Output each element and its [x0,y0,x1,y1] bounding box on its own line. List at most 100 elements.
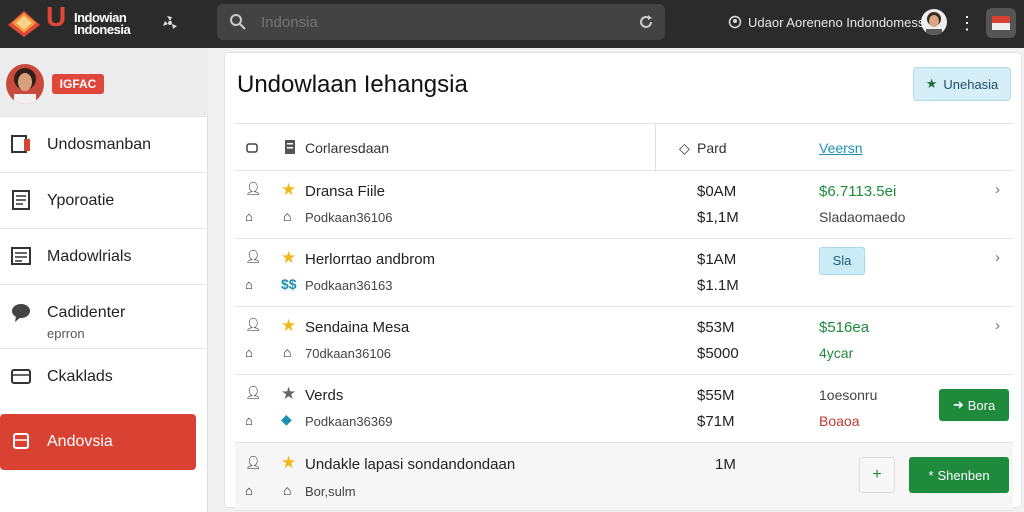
user-info[interactable]: Udaor Aoreneno Indondomess [728,12,924,32]
user-circle-icon [728,15,742,29]
table-row[interactable]: 👤︎ ★ Dransa Fiile ⌂ ⌂ Podkaan36106 $0AM … [235,171,1013,239]
search-icon[interactable] [229,13,247,31]
sidebar-item-label: Undosmanban [47,136,152,153]
tag-icon: ◇ [679,140,690,156]
tag-icon: ◆ [281,411,292,427]
stack-icon [13,433,29,449]
sidebar-item-madowlrials[interactable]: Madowlrials [0,228,208,284]
flag-icon[interactable] [986,8,1016,38]
column-header-version[interactable]: Veersn [819,140,863,156]
sidebar-item-yporoatie[interactable]: Yporoatie [0,172,208,228]
link-icon: $$ [281,276,297,292]
status-pill[interactable]: Sla [819,247,865,275]
star-icon[interactable]: ★ [281,453,296,473]
chat-icon [12,304,30,322]
sidebar-item-ckaklads[interactable]: Ckaklads [0,348,208,404]
status-badge: IGFAC [52,74,104,94]
arrow-right-icon: ➜ [952,397,964,412]
star-icon: * [928,467,934,483]
avatar[interactable] [6,64,44,104]
logo-icon[interactable] [6,7,42,39]
document-icon [12,190,30,210]
search-bar [217,4,665,40]
row-action-label: Bora [967,397,996,413]
row-action-button[interactable]: ➜ Bora [939,389,1009,421]
sidebar-item-sublabel: eprron [47,326,85,341]
amount-primary: $55M [697,387,735,404]
bank-icon: ⌂ [245,413,253,428]
home-outline-icon: ⌂ [283,344,292,360]
folder-icon [11,369,31,384]
table-row[interactable]: 👤︎ ★ Herlorrtao andbrom ⌂ $$ Podkaan3616… [235,239,1013,307]
fan-icon[interactable] [160,13,180,33]
bank-icon: ⌂ [245,483,253,498]
amount-primary: $53M [697,319,735,336]
home-outline-icon: ⌂ [283,208,292,224]
table-row[interactable]: 👤︎ ★ Verds ⌂ ◆ Podkaan36369 $55M $71M 1o… [235,375,1013,443]
star-icon[interactable]: ★ [281,316,296,336]
amount-primary: 1M [715,456,736,473]
chevron-right-icon[interactable]: › [995,181,1000,198]
row-name: Herlorrtao andbrom [305,251,436,268]
chevron-right-icon[interactable]: › [995,317,1000,334]
home-icon[interactable] [245,140,259,154]
book-icon [11,135,30,153]
add-button[interactable]: + [859,457,895,493]
amount-primary: $1AM [697,251,737,268]
row-sub: Bor,sulm [305,484,356,499]
status-value: 1oesonru [819,387,878,403]
column-header-paid[interactable]: Pard [697,140,727,156]
status-value: $516ea [819,319,870,336]
sidebar-item-label: Yporoatie [47,192,115,209]
avatar[interactable] [921,9,947,35]
sidebar-item-label: Ckaklads [47,368,113,385]
column-header-name[interactable]: Corlaresdaan [305,140,389,156]
status-note: Boaoa [819,413,860,429]
brand-line2: Indonesia [74,22,131,37]
amount-secondary: $1,1M [697,209,739,226]
top-bar: U Indowian Indonesia Udaor Aoreneno Indo… [0,0,1024,48]
row-name: Verds [305,387,344,404]
table-row[interactable]: 👤︎ ★ Sendaina Mesa ⌂ ⌂ 70dkaan36106 $53M… [235,307,1013,375]
refresh-icon[interactable] [637,13,655,31]
star-icon[interactable]: ★ [281,180,296,200]
row-name: Undakle lapasi sondandondaan [305,456,516,473]
sidebar-item-cadidenter[interactable]: Cadidenter eprron [0,284,208,348]
bank-icon: ⌂ [245,277,253,292]
row-action-label: Shenben [937,467,990,483]
sidebar-profile: IGFAC [0,48,208,116]
sidebar-item-andovsia[interactable]: Andovsia [0,414,196,470]
amount-primary: $0AM [697,183,737,200]
user-text: Udaor Aoreneno Indondomess [748,14,925,30]
user-icon: 👤︎ [245,385,262,400]
row-action-button[interactable]: * Shenben [909,457,1009,493]
star-icon[interactable]: ★ [281,248,296,268]
search-input[interactable] [261,10,621,34]
more-menu-icon[interactable]: ⋮ [958,12,976,34]
table-header: Corlaresdaan ◇ Pard Veersn [235,123,1013,172]
column-divider [655,124,656,172]
data-table: Corlaresdaan ◇ Pard Veersn 👤︎ ★ Dransa F… [235,123,1013,511]
amount-secondary: $71M [697,413,735,430]
home-outline-icon: ⌂ [283,482,292,498]
row-name: Sendaina Mesa [305,319,410,336]
sidebar-item-label: Cadidenter [47,304,126,321]
user-icon: 👤︎ [245,317,262,332]
bank-icon: ⌂ [245,209,253,224]
header-action-label: Unehasia [943,76,999,92]
chevron-right-icon[interactable]: › [995,249,1000,266]
list-icon [11,247,31,265]
row-sub: 70dkaan36106 [305,346,392,361]
bank-icon: ⌂ [245,345,253,360]
header-action-button[interactable]: ★ Unehasia [913,67,1011,101]
row-sub: Podkaan36106 [305,210,393,225]
page-title: Undowlaan Iehangsia [237,71,468,98]
status-note: Sladaomaedo [819,209,906,225]
star-outline-icon[interactable]: ★ [281,384,296,404]
sidebar-item-undosmanban[interactable]: Undosmanban [0,116,208,172]
status-note: 4ycar [819,345,854,361]
sidebar-item-label: Andovsia [47,433,113,450]
table-row[interactable]: 👤︎ ★ Undakle lapasi sondandondaan ⌂ ⌂ Bo… [235,443,1013,511]
amount-secondary: $5000 [697,345,739,362]
sidebar-item-label: Madowlrials [47,248,132,265]
